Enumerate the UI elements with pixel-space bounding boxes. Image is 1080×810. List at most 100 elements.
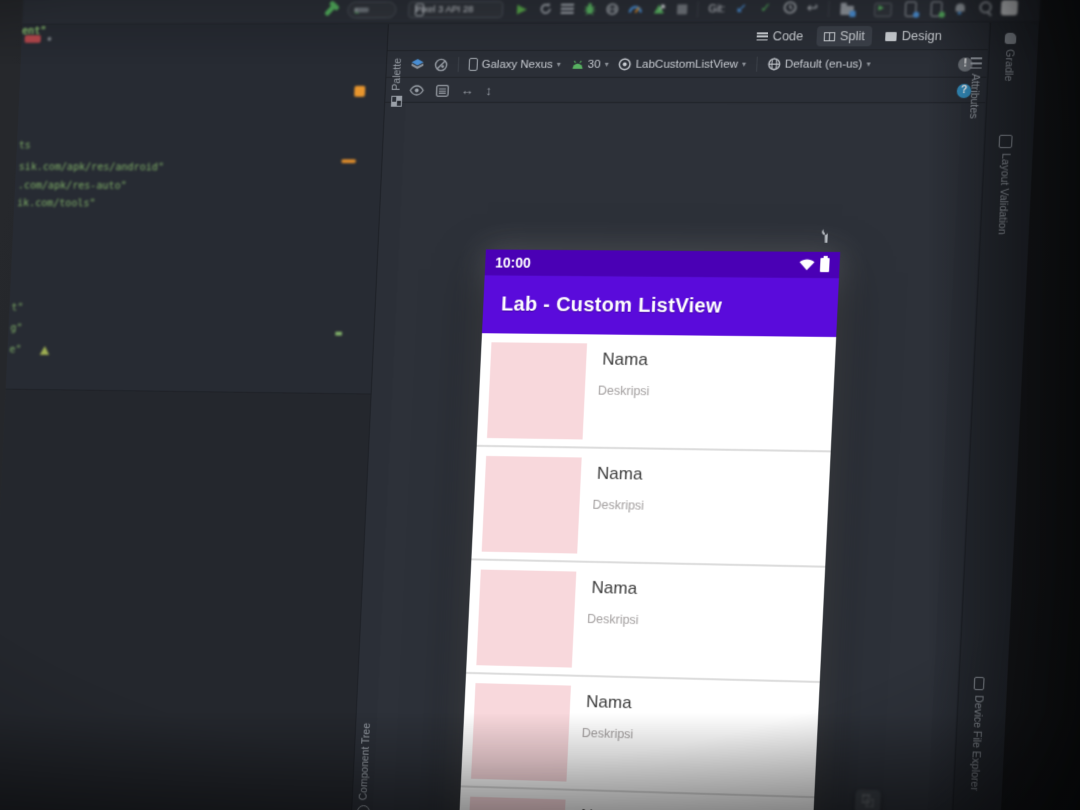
tab-design[interactable]: Design [878, 26, 950, 46]
device-manager-icon[interactable] [904, 1, 920, 18]
running-devices-icon[interactable] [930, 1, 946, 18]
item-name: Nama [585, 692, 633, 713]
tab-split-label: Split [839, 29, 866, 44]
code-line: ent" [21, 25, 47, 38]
zoom-fit-button[interactable]: ⿻ [854, 789, 882, 810]
palette-strip-label: Palette [390, 58, 405, 91]
info-stripe-marker[interactable] [335, 331, 343, 336]
app-bar-title: Lab - Custom ListView [500, 292, 723, 318]
android-studio-window: ▾ Pixel 3 API 28 ▾ ▶ Git: ↙ ✓ ↩ ▶ ts sik… [0, 0, 1041, 810]
match-width-icon[interactable]: ↔ [460, 83, 474, 98]
design-time-wrench-icon[interactable] [820, 228, 832, 244]
gradle-icon [1004, 32, 1017, 45]
toolbar-separator [827, 0, 830, 18]
device-file-explorer-strip[interactable]: Device File Explorer [966, 676, 986, 810]
locale-dropdown[interactable]: Default (en-us) ▾ [767, 57, 871, 70]
debug-bug-icon[interactable] [582, 2, 597, 16]
attributes-strip-label: Attributes [966, 73, 982, 119]
editor-empty-area [0, 389, 371, 810]
code-line: t" [11, 301, 24, 314]
device-selector-dropdown[interactable]: Pixel 3 API 28 ▾ [407, 1, 504, 19]
build-hammer-icon[interactable] [324, 3, 337, 17]
editor-mode-tabs: Code Split Design [387, 22, 990, 52]
attach-debugger-icon[interactable] [606, 3, 620, 16]
layout-design-panel: Code Split Design Galaxy Nexus ▾ 30 ▾ La… [351, 22, 990, 810]
item-name: Nama [591, 577, 638, 598]
code-line: e" [9, 343, 22, 356]
listview[interactable]: Nama Deskripsi Nama Deskripsi Nama Deskr… [459, 333, 837, 810]
api-level-label: 30 [587, 58, 601, 71]
status-bar: 10:00 [484, 249, 841, 279]
thumbnail-image [486, 342, 588, 440]
view-options-eye-icon[interactable] [409, 85, 424, 96]
thumbnail-image [481, 455, 582, 554]
theme-icon [618, 58, 632, 71]
match-height-icon[interactable]: ↕ [485, 83, 492, 98]
device-file-explorer-strip-label: Device File Explorer [967, 695, 985, 792]
warning-stripe-marker[interactable] [341, 159, 357, 164]
sdk-notification-icon[interactable] [955, 3, 966, 12]
chevron-down-icon: ▾ [741, 59, 747, 69]
apply-changes-icon[interactable] [539, 2, 554, 16]
run-configuration-dropdown[interactable]: ▾ [346, 1, 397, 19]
code-line: sik.com/apk/res/android" [18, 161, 165, 174]
project-folder-icon[interactable] [840, 5, 854, 15]
color-blind-mode-icon[interactable] [434, 57, 448, 71]
profiler-gauge-icon[interactable] [628, 1, 644, 15]
low-overhead-profiler-icon[interactable] [652, 1, 667, 15]
design-surface-layers-icon[interactable] [410, 58, 424, 71]
design-mode-icon [885, 31, 897, 41]
component-tree-strip-label: Component Tree [357, 722, 373, 801]
history-clock-icon[interactable] [783, 1, 797, 14]
wifi-icon [799, 259, 815, 271]
list-item[interactable]: Nama Deskripsi [471, 446, 831, 568]
locale-dropdown-label: Default (en-us) [784, 57, 863, 71]
item-name: Nama [580, 806, 626, 810]
code-line: g" [10, 322, 23, 335]
app-bar: Lab - Custom ListView [481, 275, 839, 338]
item-description: Deskripsi [592, 497, 645, 513]
thumbnail-image [471, 683, 571, 782]
git-commit-icon[interactable]: ✓ [760, 0, 772, 15]
tab-split[interactable]: Split [816, 25, 873, 47]
git-update-icon[interactable]: ↙ [735, 0, 747, 15]
item-name: Nama [601, 349, 649, 370]
device-dropdown-label: Galaxy Nexus [481, 58, 554, 71]
battery-icon [819, 255, 830, 273]
stop-button[interactable] [676, 4, 688, 15]
design-toolbar-row2: ↔ ↕ ? [385, 78, 987, 104]
toolbar-separator [755, 56, 758, 72]
phone-icon [468, 57, 479, 71]
warning-triangle-icon [39, 346, 50, 355]
list-item[interactable]: Nama Deskripsi [460, 673, 820, 799]
list-item[interactable]: Nama Deskripsi [466, 560, 826, 683]
tab-design-label: Design [901, 28, 943, 44]
device-file-explorer-icon [973, 676, 985, 691]
apply-code-changes-icon[interactable] [560, 3, 575, 14]
phone-preview[interactable]: 10:00 Lab - Custom ListView Nama Deskrip… [457, 249, 841, 810]
gradle-strip[interactable]: Gradle [1000, 32, 1017, 125]
editor-tab-dot [47, 36, 52, 41]
component-tree-icon [356, 804, 370, 810]
layout-validation-strip[interactable]: Layout Validation [993, 134, 1013, 268]
toolbar-separator [457, 56, 460, 72]
design-canvas[interactable]: 10:00 Lab - Custom ListView Nama Deskrip… [372, 103, 962, 810]
item-description: Deskripsi [597, 383, 650, 399]
logcat-terminal-icon[interactable] [873, 2, 893, 17]
split-mode-icon [823, 31, 836, 41]
inspection-status-marker[interactable] [354, 85, 366, 97]
device-dropdown[interactable]: Galaxy Nexus ▾ [468, 57, 562, 71]
screenshot-stage: ▾ Pixel 3 API 28 ▾ ▶ Git: ↙ ✓ ↩ ▶ ts sik… [0, 0, 1080, 810]
tab-code-label: Code [772, 29, 804, 44]
globe-icon [767, 58, 781, 71]
git-revert-icon[interactable]: ↩ [807, 0, 819, 15]
api-level-dropdown[interactable]: 30 ▾ [571, 58, 609, 70]
code-editor-panel[interactable]: ts sik.com/apk/res/android" .com/apk/res… [0, 24, 389, 810]
orientation-list-icon[interactable] [436, 84, 449, 96]
theme-dropdown[interactable]: LabCustomListView ▾ [618, 58, 746, 71]
list-item[interactable]: Nama Deskripsi [476, 333, 837, 453]
search-icon[interactable] [979, 1, 993, 14]
run-button[interactable]: ▶ [517, 1, 528, 16]
tab-code[interactable]: Code [749, 26, 811, 46]
structure-panel-icon[interactable] [1000, 0, 1019, 16]
